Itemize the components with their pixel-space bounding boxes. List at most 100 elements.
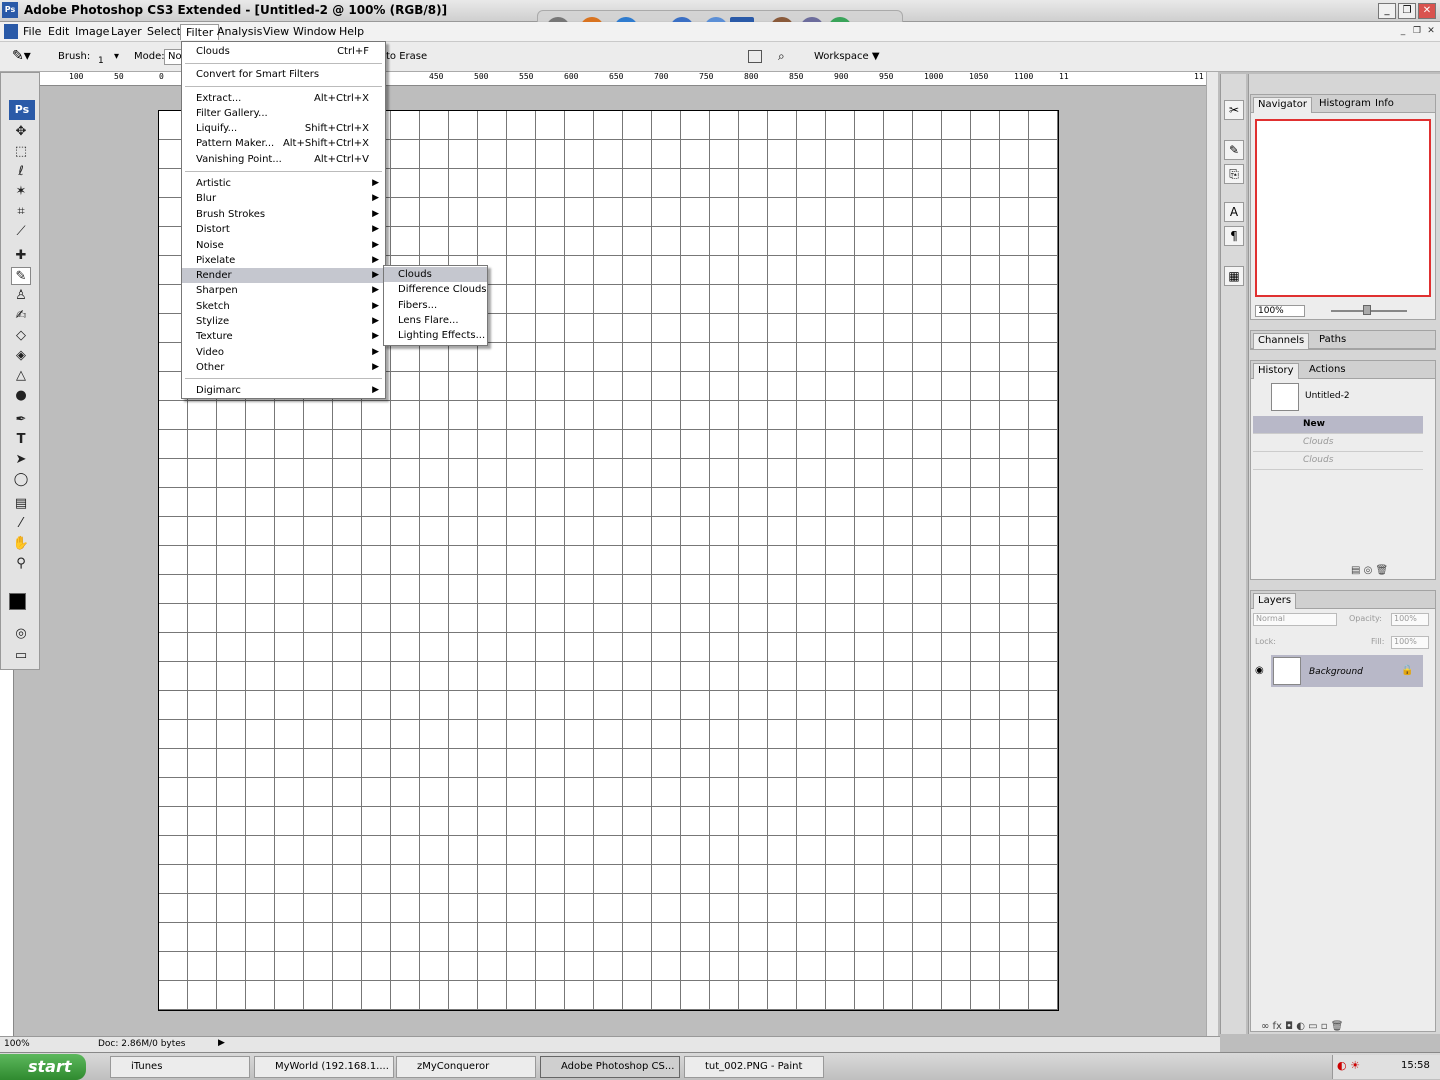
tab-histogram[interactable]: Histogram (1315, 97, 1375, 113)
menu-help[interactable]: Help (334, 24, 369, 39)
history-brush-icon[interactable]: ✍ (11, 307, 31, 325)
layer-comps-icon[interactable]: ▦ (1224, 266, 1244, 286)
menu-item-blur[interactable]: Blur ▶ (182, 191, 385, 206)
tab-layers[interactable]: Layers (1253, 593, 1297, 609)
doc-close-button[interactable]: ✕ (1424, 25, 1438, 38)
start-button[interactable]: start (0, 1054, 86, 1080)
layer-name[interactable]: Background (1309, 667, 1363, 677)
brushes-icon[interactable]: ✎ (1224, 140, 1244, 160)
task-photoshop[interactable]: Adobe Photoshop CS... (540, 1056, 680, 1078)
menu-layer[interactable]: Layer (106, 24, 147, 39)
eraser-tool-icon[interactable]: ◇ (11, 327, 31, 345)
zoom-tool-icon[interactable]: ⚲ (11, 555, 31, 573)
submenu-item-clouds[interactable]: Clouds (384, 267, 487, 282)
character-icon[interactable]: A (1224, 202, 1244, 222)
submenu-item-difference-clouds[interactable]: Difference Clouds (384, 282, 487, 297)
task-itunes[interactable]: iTunes (110, 1056, 250, 1078)
menu-item-brush-strokes[interactable]: Brush Strokes ▶ (182, 207, 385, 222)
snapshot-name[interactable]: Untitled-2 (1305, 391, 1350, 401)
layers-footer-icons[interactable]: ∞ fx ◘ ◐ ▭ ▫ 🗑 (1261, 1021, 1343, 1032)
notes-tool-icon[interactable]: ▤ (11, 495, 31, 513)
dodge-tool-icon[interactable]: ● (11, 387, 31, 405)
stamp-tool-icon[interactable]: ♙ (11, 287, 31, 305)
zoom-slider-handle[interactable] (1363, 305, 1371, 315)
task-paint[interactable]: tut_002.PNG - Paint (684, 1056, 824, 1078)
menu-item-render[interactable]: Render ▶ (182, 268, 385, 283)
brush-tool-icon[interactable]: ✎▾ (12, 48, 31, 64)
path-select-icon[interactable]: ➤ (11, 451, 31, 469)
foreground-color-swatch[interactable] (9, 593, 26, 610)
submenu-item-lighting-effects[interactable]: Lighting Effects... (384, 328, 487, 343)
menu-item-clouds-last[interactable]: Clouds Ctrl+F (182, 44, 385, 59)
menu-item-filter-gallery[interactable]: Filter Gallery... (182, 106, 385, 121)
ps-logo[interactable]: Ps (9, 100, 35, 120)
eyedropper-icon[interactable]: ⁄ (11, 515, 31, 533)
tab-history[interactable]: History (1253, 363, 1299, 379)
menu-item-sharpen[interactable]: Sharpen ▶ (182, 283, 385, 298)
submenu-item-lens-flare[interactable]: Lens Flare... (384, 313, 487, 328)
history-state[interactable]: New (1253, 416, 1423, 434)
paragraph-icon[interactable]: ¶ (1224, 226, 1244, 246)
tab-paths[interactable]: Paths (1315, 333, 1350, 349)
crop-tool-icon[interactable]: ⌗ (11, 203, 31, 221)
doc-icon[interactable] (4, 24, 18, 39)
task-myworld[interactable]: MyWorld (192.168.1.... (254, 1056, 394, 1078)
menu-item-convert-smart[interactable]: Convert for Smart Filters (182, 67, 385, 82)
marquee-tool-icon[interactable]: ⬚ (11, 143, 31, 161)
shape-tool-icon[interactable]: ◯ (11, 471, 31, 489)
history-state[interactable]: Clouds (1253, 452, 1423, 470)
restore-button[interactable]: ❐ (1398, 3, 1416, 19)
file-browser-icon[interactable] (748, 50, 762, 63)
pen-tool-icon[interactable]: ✒ (11, 411, 31, 429)
lasso-tool-icon[interactable]: ℓ (11, 163, 31, 181)
brush-dropdown-icon[interactable]: ▾ (114, 51, 119, 62)
blend-mode-select[interactable]: Normal (1253, 613, 1337, 626)
close-button[interactable]: ✕ (1418, 3, 1436, 19)
blur-tool-icon[interactable]: △ (11, 367, 31, 385)
zoom-level[interactable]: 100% (4, 1039, 30, 1049)
minimize-button[interactable]: _ (1378, 3, 1396, 19)
menu-item-distort[interactable]: Distort ▶ (182, 222, 385, 237)
tab-actions[interactable]: Actions (1305, 363, 1350, 379)
move-tool-icon[interactable]: ✥ (11, 123, 31, 141)
menu-item-texture[interactable]: Texture ▶ (182, 329, 385, 344)
tool-presets-icon[interactable]: ✂ (1224, 100, 1244, 120)
mode-select[interactable]: No (164, 49, 182, 65)
tab-channels[interactable]: Channels (1253, 333, 1310, 349)
bucket-tool-icon[interactable]: ◈ (11, 347, 31, 365)
doc-restore-button[interactable]: ❐ (1410, 25, 1424, 38)
task-zmyconqueror[interactable]: zMyConqueror (396, 1056, 536, 1078)
tab-info[interactable]: Info (1371, 97, 1398, 113)
fill-field[interactable]: 100% (1391, 636, 1429, 649)
hand-tool-icon[interactable]: ✋ (11, 535, 31, 553)
history-footer-icons[interactable]: ▤ ◎ 🗑 (1351, 565, 1388, 576)
menu-item-pixelate[interactable]: Pixelate ▶ (182, 253, 385, 268)
slice-tool-icon[interactable]: ⟋ (11, 223, 31, 241)
navigator-zoom[interactable]: 100% (1255, 305, 1305, 317)
menu-item-liquify[interactable]: Liquify... Shift+Ctrl+X (182, 121, 385, 136)
menu-item-other[interactable]: Other ▶ (182, 360, 385, 375)
menu-item-extract[interactable]: Extract... Alt+Ctrl+X (182, 91, 385, 106)
menu-item-noise[interactable]: Noise ▶ (182, 238, 385, 253)
history-state[interactable]: Clouds (1253, 434, 1423, 452)
brush-size[interactable]: 1 (98, 56, 104, 66)
photoshop-app-icon[interactable]: Ps (2, 2, 18, 18)
type-tool-icon[interactable]: T (11, 431, 31, 449)
navigator-preview[interactable] (1255, 119, 1431, 297)
vertical-scrollbar[interactable] (1206, 72, 1218, 1036)
brush-tool-icon[interactable]: ✎ (11, 267, 31, 285)
tab-navigator[interactable]: Navigator (1253, 97, 1312, 113)
healing-brush-icon[interactable]: ✚ (11, 247, 31, 265)
menu-item-artistic[interactable]: Artistic ▶ (182, 176, 385, 191)
screen-mode-icon[interactable]: ▭ (11, 647, 31, 665)
opacity-field[interactable]: 100% (1391, 613, 1429, 626)
menu-item-digimarc[interactable]: Digimarc ▶ (182, 383, 385, 398)
quick-mask-icon[interactable]: ◎ (11, 625, 31, 643)
doc-minimize-button[interactable]: _ (1396, 25, 1410, 38)
submenu-item-fibers[interactable]: Fibers... (384, 298, 487, 313)
snapshot-thumbnail[interactable] (1271, 383, 1299, 411)
magic-wand-icon[interactable]: ✶ (11, 183, 31, 201)
search-icon[interactable]: ⌕ (778, 49, 785, 64)
clone-source-icon[interactable]: ⎘ (1224, 164, 1244, 184)
menu-item-sketch[interactable]: Sketch ▶ (182, 299, 385, 314)
